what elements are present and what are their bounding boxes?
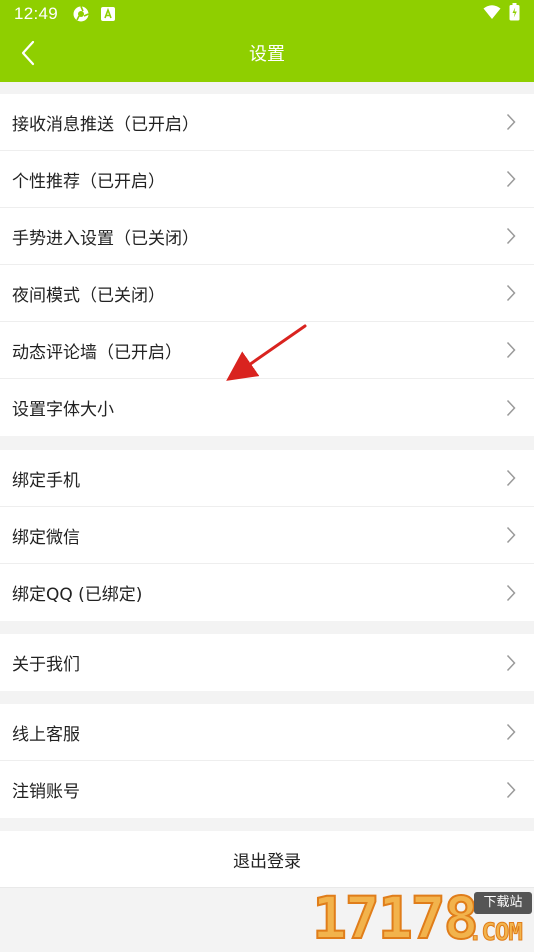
chevron-right-icon (504, 340, 518, 360)
settings-group-bindings: 绑定手机 绑定微信 绑定QQ (已绑定) (0, 450, 534, 621)
settings-item-bind-wechat[interactable]: 绑定微信 (0, 507, 534, 564)
settings-item-label: 注销账号 (12, 782, 80, 802)
settings-item-bind-phone[interactable]: 绑定手机 (0, 450, 534, 507)
settings-item-about-us[interactable]: 关于我们 (0, 634, 534, 691)
watermark-suffix: .COM (468, 918, 524, 947)
settings-item-font-size[interactable]: 设置字体大小 (0, 379, 534, 436)
settings-group-preferences: 接收消息推送（已开启） 个性推荐（已开启） 手势进入设置（已关闭） 夜间模式（已… (0, 94, 534, 436)
settings-item-label: 接收消息推送（已开启） (12, 114, 199, 135)
logout-button[interactable]: 退出登录 (0, 831, 534, 888)
settings-item-label: 动态评论墙（已开启） (12, 342, 182, 363)
watermark-number: 17178 (311, 884, 480, 952)
battery-icon (509, 2, 520, 26)
settings-item-customer-service[interactable]: 线上客服 (0, 704, 534, 761)
page-title: 设置 (249, 44, 285, 65)
chevron-right-icon (504, 583, 518, 603)
settings-item-delete-account[interactable]: 注销账号 (0, 761, 534, 818)
settings-group-about: 关于我们 (0, 634, 534, 691)
settings-item-personalized-recommendation[interactable]: 个性推荐（已开启） (0, 151, 534, 208)
settings-item-night-mode[interactable]: 夜间模式（已关闭） (0, 265, 534, 322)
chevron-right-icon (504, 468, 518, 488)
chevron-left-icon (20, 40, 36, 70)
chevron-right-icon (504, 398, 518, 418)
chevron-right-icon (504, 653, 518, 673)
wifi-icon (483, 4, 501, 25)
settings-item-label: 线上客服 (12, 724, 80, 745)
settings-item-push-notifications[interactable]: 接收消息推送（已开启） (0, 94, 534, 151)
chevron-right-icon (504, 525, 518, 545)
app-notification-icon (72, 5, 90, 23)
chevron-right-icon (504, 722, 518, 742)
chevron-right-icon (504, 226, 518, 246)
settings-item-label: 绑定手机 (12, 470, 80, 491)
settings-item-bind-qq[interactable]: 绑定QQ (已绑定) (0, 564, 534, 621)
settings-item-label: 关于我们 (12, 655, 80, 675)
chevron-right-icon (504, 780, 518, 800)
app-bar: 设置 (0, 28, 534, 82)
settings-group-account: 线上客服 注销账号 (0, 704, 534, 818)
settings-item-label: 绑定QQ (已绑定) (12, 585, 143, 605)
settings-item-gesture-settings[interactable]: 手势进入设置（已关闭） (0, 208, 534, 265)
settings-item-label: 设置字体大小 (12, 400, 114, 420)
watermark-logo: 17178 下载站 .COM (308, 884, 534, 952)
chevron-right-icon (504, 169, 518, 189)
settings-item-comment-wall[interactable]: 动态评论墙（已开启） (0, 322, 534, 379)
status-time: 12:49 (14, 4, 59, 23)
chevron-right-icon (504, 112, 518, 132)
text-a-icon (100, 6, 116, 22)
settings-item-label: 绑定微信 (12, 527, 80, 548)
chevron-right-icon (504, 283, 518, 303)
settings-item-label: 个性推荐（已开启） (12, 171, 165, 192)
settings-item-label: 夜间模式（已关闭） (12, 285, 165, 306)
status-bar: 12:49 (0, 0, 534, 28)
watermark-badge: 下载站 (474, 892, 532, 914)
settings-item-label: 手势进入设置（已关闭） (12, 228, 199, 249)
back-button[interactable] (8, 34, 48, 76)
